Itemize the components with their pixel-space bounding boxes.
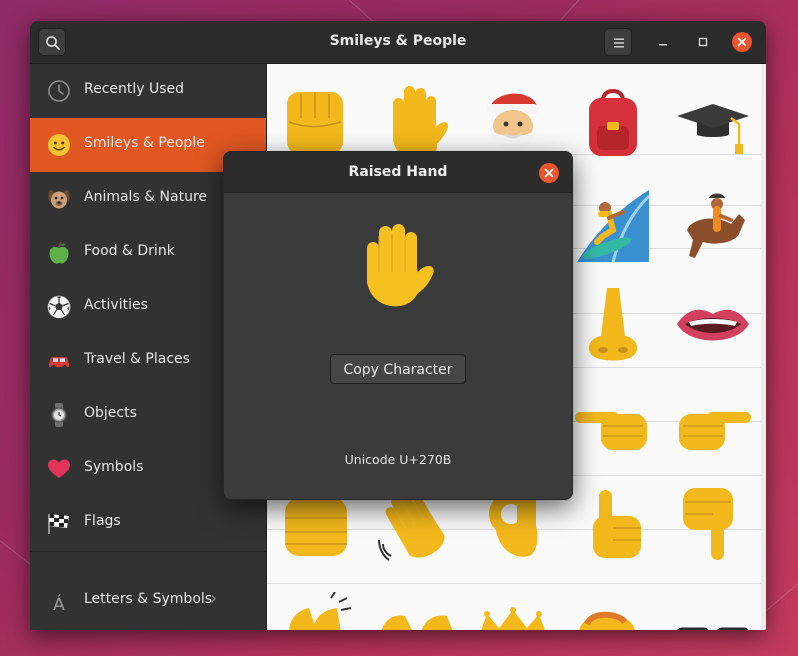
grid-scrollbar[interactable] — [761, 64, 766, 630]
raised-fist-icon — [287, 92, 343, 154]
pointing-right-icon — [679, 412, 751, 450]
backpack-icon — [589, 89, 637, 156]
sidebar-item-label: Travel & Places — [84, 351, 190, 367]
emoji-womans-hat[interactable] — [573, 592, 653, 630]
emoji-graduation-cap[interactable] — [673, 82, 753, 162]
dialog-close-button[interactable] — [539, 163, 559, 183]
emoji-santa-claus[interactable] — [473, 82, 553, 162]
sidebar-item-recently-used[interactable]: Recently Used — [30, 64, 266, 118]
emoji-mouth[interactable] — [673, 284, 753, 364]
dog-icon — [48, 190, 70, 209]
crown-icon — [481, 607, 545, 630]
emoji-clapping-hands[interactable] — [275, 591, 355, 630]
emoji-thumbs-down[interactable] — [673, 484, 753, 564]
sidebar-item-label: Activities — [84, 297, 148, 313]
graduation-cap-icon — [677, 104, 749, 154]
dialog-header: Raised Hand — [224, 152, 572, 193]
chevron-right-icon: › — [210, 588, 218, 609]
emoji-open-hands[interactable] — [377, 592, 457, 630]
sidebar-separator — [30, 551, 266, 552]
sidebar-item-label: Animals & Nature — [84, 189, 208, 205]
soccer-ball-icon — [47, 295, 71, 319]
emoji-nose[interactable] — [573, 284, 653, 364]
nose-icon — [588, 288, 638, 361]
emoji-person-surfing[interactable] — [573, 186, 653, 266]
emoji-thumbs-up[interactable] — [573, 484, 653, 564]
copy-character-button[interactable]: Copy Character — [330, 354, 466, 384]
close-icon — [737, 37, 747, 47]
watch-icon — [51, 403, 67, 427]
close-button[interactable] — [732, 32, 752, 52]
emoji-raised-fist[interactable] — [275, 82, 355, 162]
sidebar-item-label: Food & Drink — [84, 243, 175, 259]
clapping-hands-icon — [289, 591, 352, 630]
sidebar-item-label: Symbols — [84, 459, 144, 475]
maximize-icon — [698, 37, 708, 47]
emoji-backpack[interactable] — [573, 82, 653, 162]
raised-hand-icon — [367, 224, 434, 307]
sidebar-item-label: Smileys & People — [84, 135, 205, 151]
emoji-raised-hand[interactable] — [377, 82, 457, 162]
smiley-icon — [48, 134, 70, 156]
emoji-detail-dialog: Raised Hand Copy Character Unicode U+270… — [223, 151, 573, 500]
unicode-codepoint: Unicode U+270B — [344, 452, 452, 467]
glasses-icon — [677, 627, 749, 630]
thumbs-down-icon — [683, 488, 733, 560]
thumbs-up-icon — [593, 490, 641, 558]
letter-a-acute-icon: Á — [53, 593, 65, 614]
emoji-crown[interactable] — [473, 592, 553, 630]
heart-icon — [48, 459, 70, 478]
sidebar-item-label: Recently Used — [84, 81, 185, 97]
emoji-backhand-index-pointing-right[interactable] — [673, 386, 753, 466]
sidebar-item-label: Objects — [84, 405, 137, 421]
clock-icon — [48, 80, 70, 102]
dialog-title: Raised Hand — [348, 164, 448, 180]
open-hands-icon — [381, 615, 453, 630]
sidebar-item-letters-symbols[interactable]: Á Letters & Symbols › — [30, 574, 266, 628]
sidebar-item-flags[interactable]: Flags — [30, 496, 266, 550]
car-icon — [49, 357, 69, 370]
minimize-icon — [659, 44, 667, 46]
mouth-icon — [677, 309, 749, 341]
emoji-backhand-index-pointing-left[interactable] — [573, 386, 653, 466]
sidebar-item-label: Flags — [84, 513, 121, 529]
close-icon — [544, 168, 554, 178]
hamburger-menu-icon — [614, 38, 624, 48]
emoji-horse-racing[interactable] — [673, 186, 753, 266]
womans-hat-icon — [579, 611, 635, 630]
pointing-left-icon — [575, 412, 647, 450]
raised-hand-icon — [393, 86, 449, 161]
svg-text:Á: Á — [53, 593, 65, 614]
emoji-glasses[interactable] — [673, 592, 753, 630]
person-surfing-icon — [577, 190, 651, 263]
title-bar: Smileys & People — [30, 21, 766, 64]
sidebar-item-label: Letters & Symbols — [84, 591, 213, 607]
santa-claus-icon — [487, 93, 539, 151]
maximize-button[interactable] — [694, 33, 712, 51]
minimize-button[interactable] — [654, 33, 672, 51]
menu-button[interactable] — [604, 28, 632, 56]
apple-icon — [49, 241, 69, 264]
checkered-flag-icon — [48, 514, 69, 534]
horse-racing-icon — [687, 193, 745, 258]
